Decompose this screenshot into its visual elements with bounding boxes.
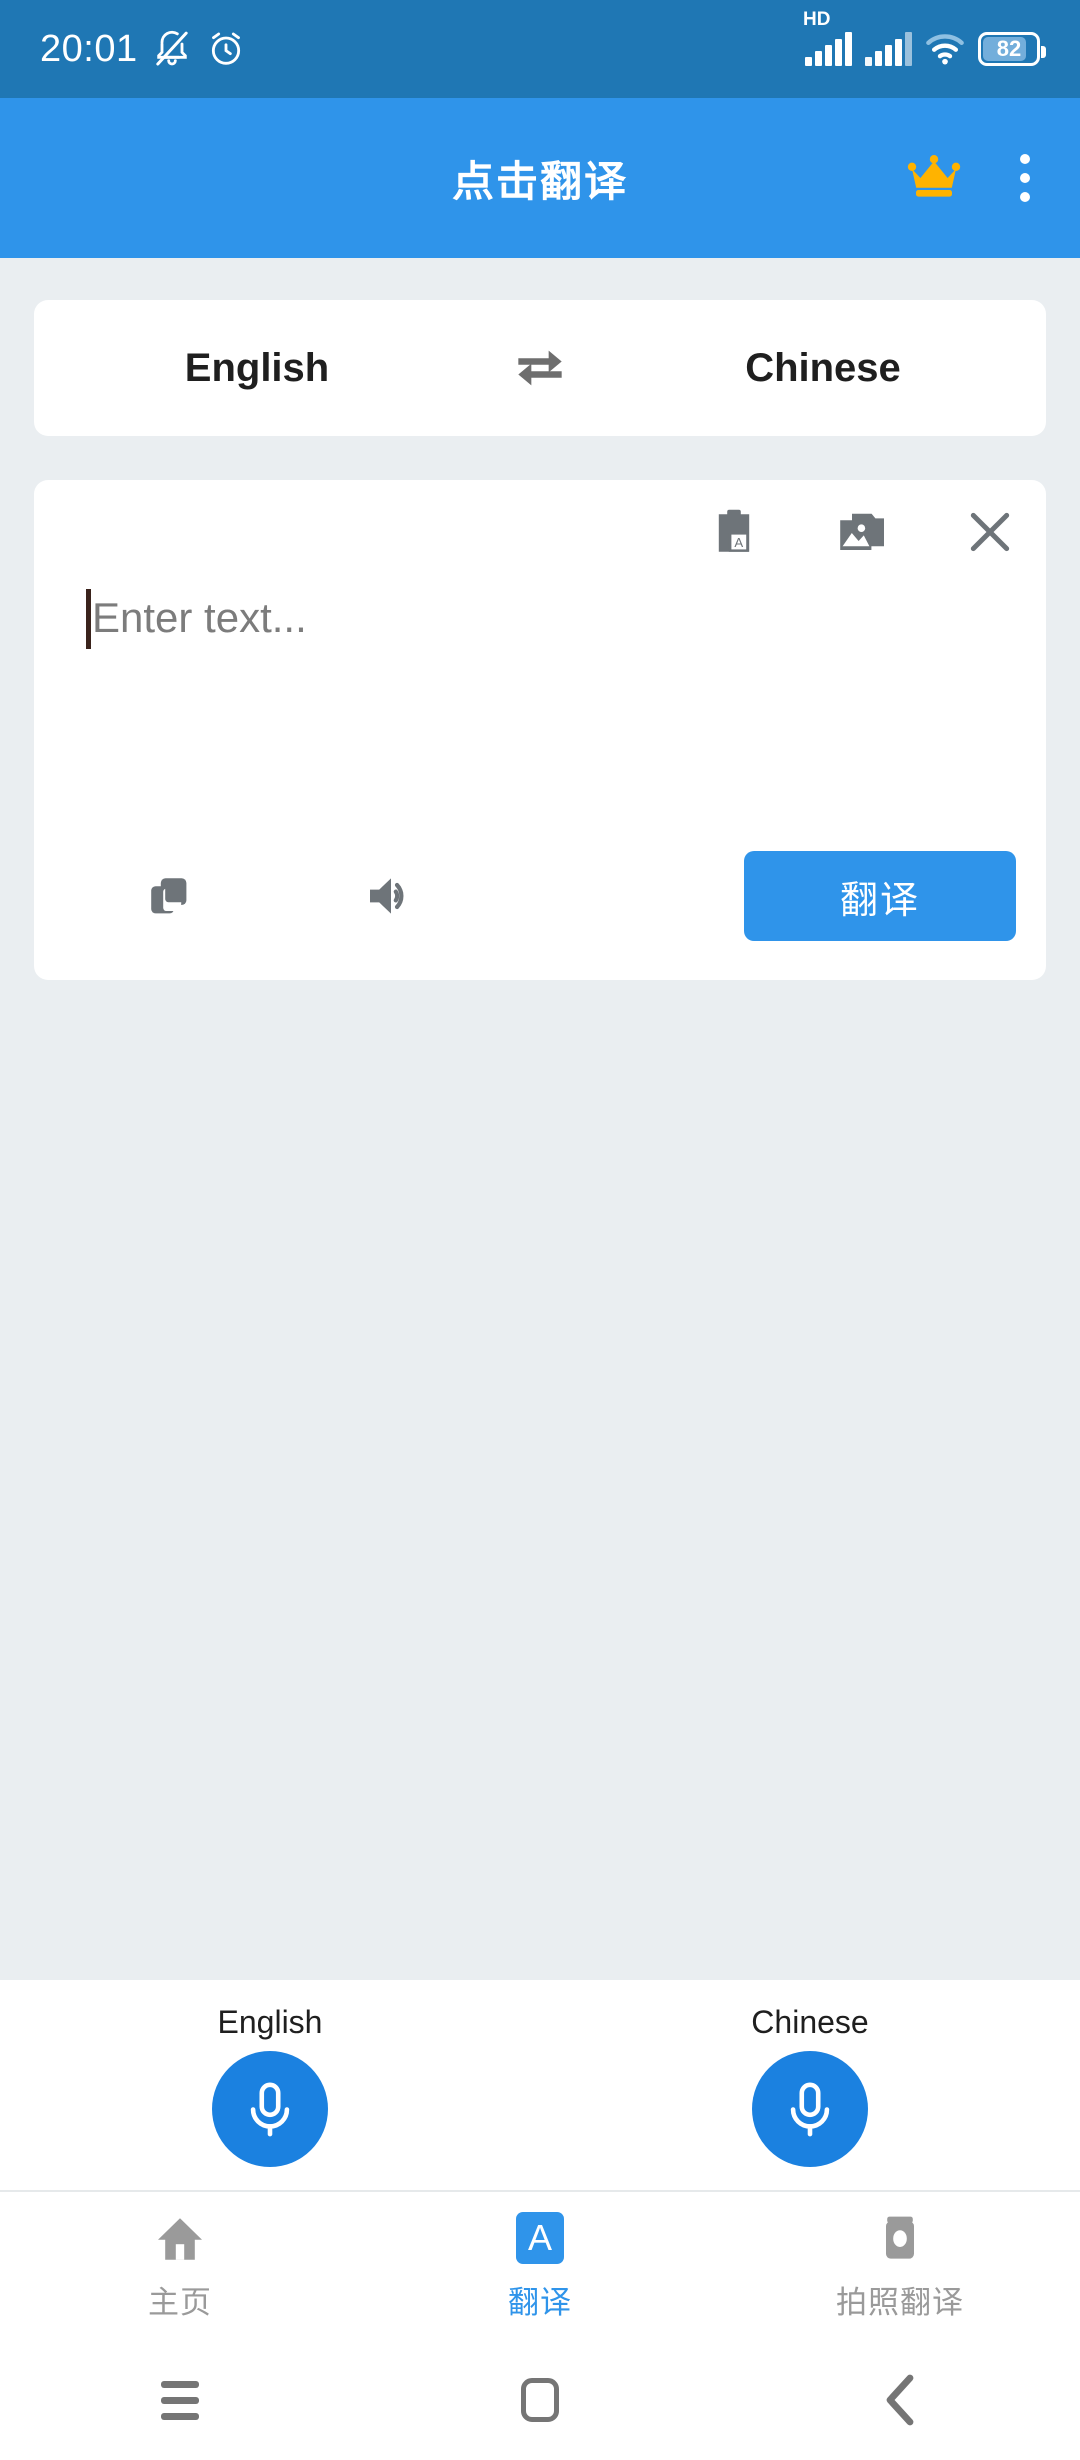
- voice-source-label: English: [217, 2003, 323, 2040]
- gallery-image-icon: [840, 513, 884, 550]
- recents-button[interactable]: [0, 2380, 360, 2420]
- input-card-actions: 翻译: [34, 846, 1046, 946]
- svg-text:A: A: [734, 535, 743, 550]
- bell-mute-icon: [155, 30, 188, 66]
- copy-button[interactable]: [114, 875, 224, 917]
- kebab-dot: [1020, 173, 1030, 183]
- kebab-dot: [1020, 154, 1030, 164]
- microphone-icon: [790, 2082, 830, 2136]
- translate-button[interactable]: 翻译: [744, 851, 1016, 941]
- close-icon: [970, 512, 1010, 552]
- overflow-menu-button[interactable]: [1006, 146, 1044, 210]
- chevron-left-icon: [886, 2374, 914, 2426]
- nav-label-translate: 翻译: [508, 2284, 572, 2320]
- hd-label: HD: [803, 9, 831, 30]
- bottom-navigation: 主页 A 翻译 拍照翻译: [0, 2192, 1080, 2340]
- mic-button-source[interactable]: [212, 2050, 328, 2167]
- system-navigation-bar: [0, 2340, 1080, 2460]
- app-screen: 20:01 HD 82 点击翻译 English Chinese A Enter…: [0, 0, 1080, 2460]
- crown-icon: [907, 154, 961, 197]
- swap-languages-button[interactable]: [480, 342, 600, 394]
- kebab-dot: [1020, 192, 1030, 202]
- source-language-button[interactable]: English: [34, 346, 480, 391]
- signal-bars-secondary: [865, 32, 912, 66]
- hd-signal-icon: HD: [803, 10, 852, 66]
- premium-crown-button[interactable]: [906, 154, 962, 203]
- app-bar-actions: [906, 146, 1044, 210]
- text-cursor: [86, 589, 91, 649]
- voice-input-source[interactable]: English: [0, 2004, 540, 2167]
- speaker-volume-icon: [370, 878, 404, 914]
- translate-badge: A: [516, 2211, 564, 2264]
- microphone-icon: [250, 2082, 290, 2136]
- nav-label-photo-translate: 拍照翻译: [836, 2284, 964, 2320]
- nav-label-home: 主页: [148, 2284, 212, 2320]
- home-button[interactable]: [360, 2378, 720, 2422]
- language-selector-card: English Chinese: [34, 300, 1046, 436]
- mic-button-target[interactable]: [752, 2050, 868, 2167]
- battery-percent: 82: [996, 36, 1022, 61]
- input-toolbar: A: [708, 506, 1016, 558]
- text-input-card: A Enter text... 翻译: [34, 480, 1046, 980]
- nav-item-translate[interactable]: A 翻译: [360, 2211, 720, 2322]
- clear-text-button[interactable]: [964, 506, 1016, 558]
- image-picker-button[interactable]: [836, 506, 888, 558]
- home-icon: [156, 2211, 204, 2265]
- recent-apps-icon: [161, 2380, 199, 2420]
- signal-bars-primary: [805, 32, 852, 66]
- alarm-clock-icon: [211, 32, 240, 65]
- copy-icon: [151, 878, 187, 914]
- wifi-icon: [926, 34, 964, 65]
- speak-button[interactable]: [334, 874, 444, 918]
- swap-arrows-icon: [518, 350, 562, 386]
- clipboard-paste-icon: A: [718, 509, 750, 552]
- source-text-placeholder: Enter text...: [92, 594, 307, 641]
- back-button[interactable]: [720, 2374, 1080, 2426]
- voice-target-label: Chinese: [751, 2003, 869, 2040]
- status-bar-left: 20:01: [40, 28, 246, 71]
- status-bar-right: HD 82: [803, 10, 1046, 66]
- camera-icon: [876, 2211, 924, 2265]
- voice-input-panel: English Chinese: [0, 1980, 1080, 2192]
- target-language-button[interactable]: Chinese: [600, 346, 1046, 391]
- app-bar: 点击翻译: [0, 98, 1080, 258]
- status-bar: 20:01 HD 82: [0, 0, 1080, 98]
- home-square-icon: [521, 2378, 559, 2422]
- nav-item-photo-translate[interactable]: 拍照翻译: [720, 2211, 1080, 2322]
- source-text-input[interactable]: Enter text...: [86, 588, 994, 778]
- voice-input-target[interactable]: Chinese: [540, 2004, 1080, 2167]
- paste-button[interactable]: A: [708, 506, 760, 558]
- status-clock: 20:01: [40, 27, 138, 70]
- translate-a-icon: A: [516, 2211, 564, 2265]
- nav-item-home[interactable]: 主页: [0, 2211, 360, 2322]
- battery-icon: 82: [978, 32, 1046, 66]
